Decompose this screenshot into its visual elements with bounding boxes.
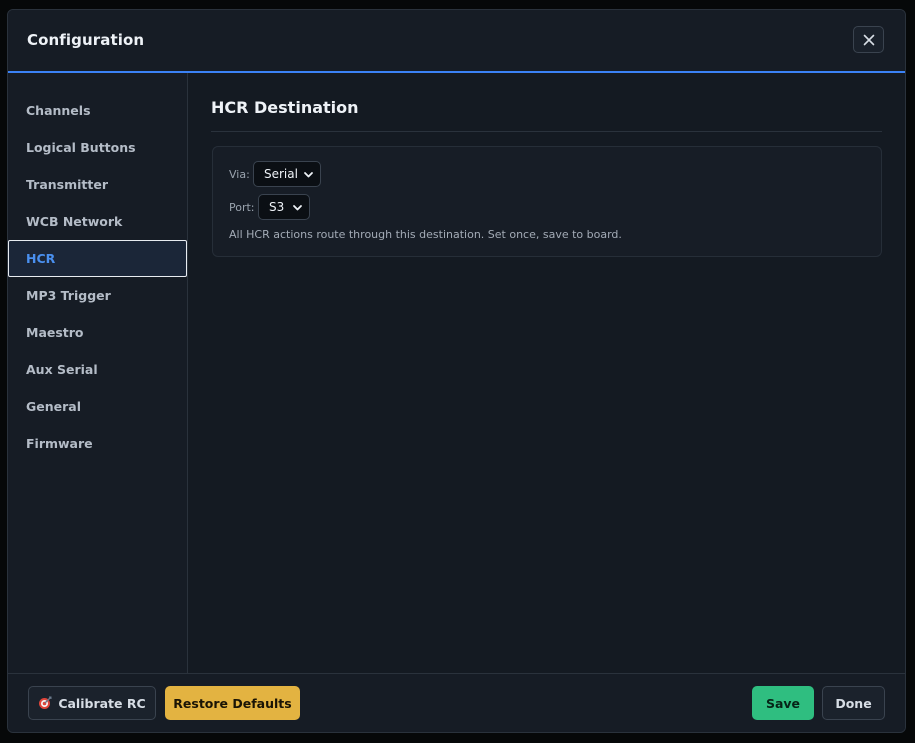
sidebar-item-transmitter[interactable]: Transmitter [8, 166, 187, 203]
sidebar-item-hcr[interactable]: HCR [8, 240, 187, 277]
help-text: All HCR actions route through this desti… [229, 228, 622, 241]
restore-defaults-button[interactable]: Restore Defaults [165, 686, 300, 720]
save-button[interactable]: Save [752, 686, 814, 720]
via-label: Via: [229, 168, 250, 181]
chevron-down-icon [304, 172, 313, 178]
done-button[interactable]: Done [822, 686, 885, 720]
sidebar-item-mp3-trigger[interactable]: MP3 Trigger [8, 277, 187, 314]
sidebar-item-maestro[interactable]: Maestro [8, 314, 187, 351]
dialog-footer: Calibrate RC Restore Defaults Save Done [8, 673, 905, 732]
port-select-value: S3 [269, 200, 285, 214]
settings-sidebar: Channels Logical Buttons Transmitter WCB… [8, 73, 188, 673]
sidebar-item-channels[interactable]: Channels [8, 92, 187, 129]
main-panel: HCR Destination Via: Serial Port: S3 All… [188, 73, 905, 673]
close-button[interactable] [853, 26, 884, 53]
sidebar-item-aux-serial[interactable]: Aux Serial [8, 351, 187, 388]
port-select[interactable]: S3 [258, 194, 310, 220]
section-title: HCR Destination [211, 98, 359, 117]
via-select-value: Serial [264, 167, 298, 181]
sidebar-item-general[interactable]: General [8, 388, 187, 425]
configuration-dialog: Configuration Channels Logical Buttons T… [7, 9, 906, 733]
target-icon [38, 696, 52, 710]
close-icon [863, 34, 874, 45]
calibrate-rc-button[interactable]: Calibrate RC [28, 686, 156, 720]
hcr-destination-card: Via: Serial Port: S3 All HCR actions rou… [212, 146, 882, 257]
sidebar-item-wcb-network[interactable]: WCB Network [8, 203, 187, 240]
port-label: Port: [229, 201, 255, 214]
sidebar-item-logical-buttons[interactable]: Logical Buttons [8, 129, 187, 166]
section-divider [211, 131, 882, 132]
dialog-title: Configuration [27, 31, 145, 49]
dialog-header: Configuration [8, 10, 905, 73]
chevron-down-icon [293, 205, 302, 211]
sidebar-item-firmware[interactable]: Firmware [8, 425, 187, 462]
via-select[interactable]: Serial [253, 161, 321, 187]
calibrate-rc-label: Calibrate RC [58, 695, 146, 711]
